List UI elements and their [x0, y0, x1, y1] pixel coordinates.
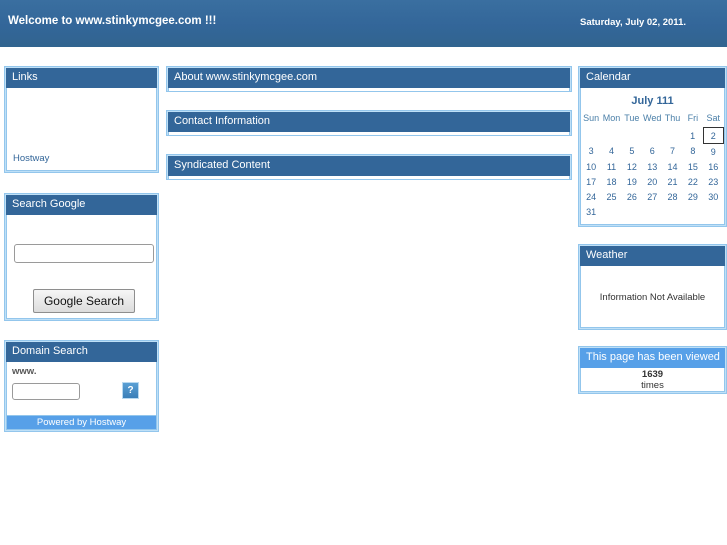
calendar-day[interactable]: 3	[581, 144, 601, 160]
calendar-weekday: Fri	[687, 113, 699, 124]
powered-by-hostway-label: Powered by Hostway	[6, 416, 157, 430]
page-views-label: times	[641, 380, 664, 391]
calendar-weekday: Sun	[583, 113, 600, 124]
weather-panel-title: Weather	[580, 246, 725, 266]
calendar-day-empty	[622, 128, 642, 144]
calendar-day-empty	[662, 128, 682, 144]
domain-search-body: www. ?	[6, 362, 157, 416]
calendar-day-empty	[622, 204, 642, 219]
current-date: Saturday, July 02, 2011.	[580, 17, 686, 28]
calendar-day[interactable]: 4	[601, 144, 621, 160]
calendar-week-row: 3456789	[581, 144, 724, 160]
www-prefix-label: www.	[12, 366, 37, 377]
search-google-panel: Search Google Google Search	[4, 193, 159, 321]
calendar-weekday: Mon	[602, 113, 621, 124]
calendar-day-empty	[683, 204, 703, 219]
syndicated-content-body	[168, 176, 570, 180]
calendar-day-empty	[581, 128, 601, 144]
calendar-day[interactable]: 17	[581, 174, 601, 189]
calendar-day[interactable]: 9	[703, 144, 723, 160]
calendar-day[interactable]: 13	[642, 159, 662, 174]
calendar-days-body: 1 2 3 4 5 6 7 8 9 10 11 12 13 14 15 16 17 18 19 20 21 22 23 24 2…	[581, 127, 724, 220]
site-banner: Welcome to www.stinkymcgee.com !!! Satur…	[0, 0, 727, 47]
contact-information-panel: Contact Information	[166, 110, 572, 136]
page-views-title: This page has been viewed	[580, 348, 725, 368]
calendar-week-row: 12	[581, 127, 724, 144]
calendar-panel: Calendar July 111 Sun Mon Tue Wed Thu Fr…	[578, 66, 727, 227]
syndicated-content-title: Syndicated Content	[168, 156, 570, 176]
calendar-day-empty	[601, 204, 621, 219]
calendar-weekday: Wed	[643, 113, 662, 124]
page-views-panel: This page has been viewed 1639 times	[578, 346, 727, 394]
calendar-day[interactable]: 11	[601, 159, 621, 174]
about-panel: About www.stinkymcgee.com	[166, 66, 572, 92]
calendar-day[interactable]: 10	[581, 159, 601, 174]
google-search-button[interactable]: Google Search	[33, 289, 135, 313]
calendar-day[interactable]: 23	[703, 174, 723, 189]
calendar-day[interactable]: 28	[662, 189, 682, 204]
weather-panel: Weather Information Not Available	[578, 244, 727, 330]
calendar-day[interactable]: 21	[662, 174, 682, 189]
calendar-week-row: 10 11 12 13 14 15 16	[581, 159, 724, 174]
calendar-weekday: Thu	[664, 113, 681, 124]
calendar-day[interactable]: 27	[642, 189, 662, 204]
page-views-count: 1639	[641, 369, 664, 380]
calendar-day[interactable]: 25	[601, 189, 621, 204]
calendar-day-empty	[703, 204, 723, 219]
calendar-grid: Sun Mon Tue Wed Thu Fri Sat 1 2 3 4 5 6 7 8 9 10 1…	[581, 111, 724, 219]
calendar-week-row: 17 18 19 20 21 22 23	[581, 174, 724, 189]
calendar-month-label: July 111	[631, 95, 674, 107]
calendar-weekday: Tue	[624, 113, 640, 124]
calendar-day[interactable]: 1	[683, 128, 703, 144]
contact-information-title: Contact Information	[168, 112, 570, 132]
calendar-day-today[interactable]: 2	[702, 127, 724, 144]
domain-search-input[interactable]	[12, 383, 80, 400]
calendar-day[interactable]: 12	[622, 159, 642, 174]
links-panel: Links Hostway	[4, 66, 159, 173]
links-panel-title: Links	[6, 68, 157, 88]
calendar-day[interactable]: 18	[601, 174, 621, 189]
calendar-week-row: 24 25 26 27 28 29 30	[581, 189, 724, 204]
about-panel-title: About www.stinkymcgee.com	[168, 68, 570, 88]
calendar-day[interactable]: 22	[683, 174, 703, 189]
calendar-day[interactable]: 24	[581, 189, 601, 204]
calendar-day[interactable]: 31	[581, 204, 601, 219]
calendar-day[interactable]: 14	[662, 159, 682, 174]
weather-message: Information Not Available	[599, 292, 706, 303]
broken-image-icon[interactable]: ?	[122, 382, 139, 399]
calendar-week-row: 31	[581, 204, 724, 219]
calendar-day[interactable]: 26	[622, 189, 642, 204]
calendar-weekday-row: Sun Mon Tue Wed Thu Fri Sat	[581, 111, 724, 128]
calendar-day[interactable]: 15	[683, 159, 703, 174]
search-google-title: Search Google	[6, 195, 157, 215]
google-search-input[interactable]	[14, 244, 154, 263]
site-title: Welcome to www.stinkymcgee.com !!!	[8, 15, 217, 27]
calendar-day[interactable]: 16	[703, 159, 723, 174]
links-panel-body: Hostway	[6, 88, 157, 171]
domain-search-title: Domain Search	[6, 342, 157, 362]
search-google-body: Google Search	[6, 215, 157, 319]
calendar-day-empty	[642, 128, 662, 144]
calendar-day[interactable]: 19	[622, 174, 642, 189]
calendar-day[interactable]: 6	[642, 144, 662, 160]
calendar-panel-title: Calendar	[580, 68, 725, 88]
link-hostway[interactable]: Hostway	[13, 153, 49, 164]
about-panel-body	[168, 88, 570, 92]
syndicated-content-panel: Syndicated Content	[166, 154, 572, 180]
calendar-day-empty	[662, 204, 682, 219]
domain-search-panel: Domain Search www. ? Powered by Hostway	[4, 340, 159, 432]
calendar-day-empty	[642, 204, 662, 219]
calendar-day[interactable]: 30	[703, 189, 723, 204]
calendar-weekday: Sat	[706, 113, 721, 123]
calendar-day[interactable]: 8	[683, 144, 703, 160]
calendar-day[interactable]: 7	[662, 144, 682, 160]
contact-information-body	[168, 132, 570, 136]
page-views-body: 1639 times	[580, 368, 725, 392]
calendar-day[interactable]: 20	[642, 174, 662, 189]
calendar-day[interactable]: 5	[622, 144, 642, 160]
calendar-panel-body: July 111 Sun Mon Tue Wed Thu Fri Sat 123…	[580, 88, 725, 225]
weather-panel-body: Information Not Available	[580, 266, 725, 328]
calendar-day[interactable]: 29	[683, 189, 703, 204]
calendar-day-empty	[601, 128, 621, 144]
